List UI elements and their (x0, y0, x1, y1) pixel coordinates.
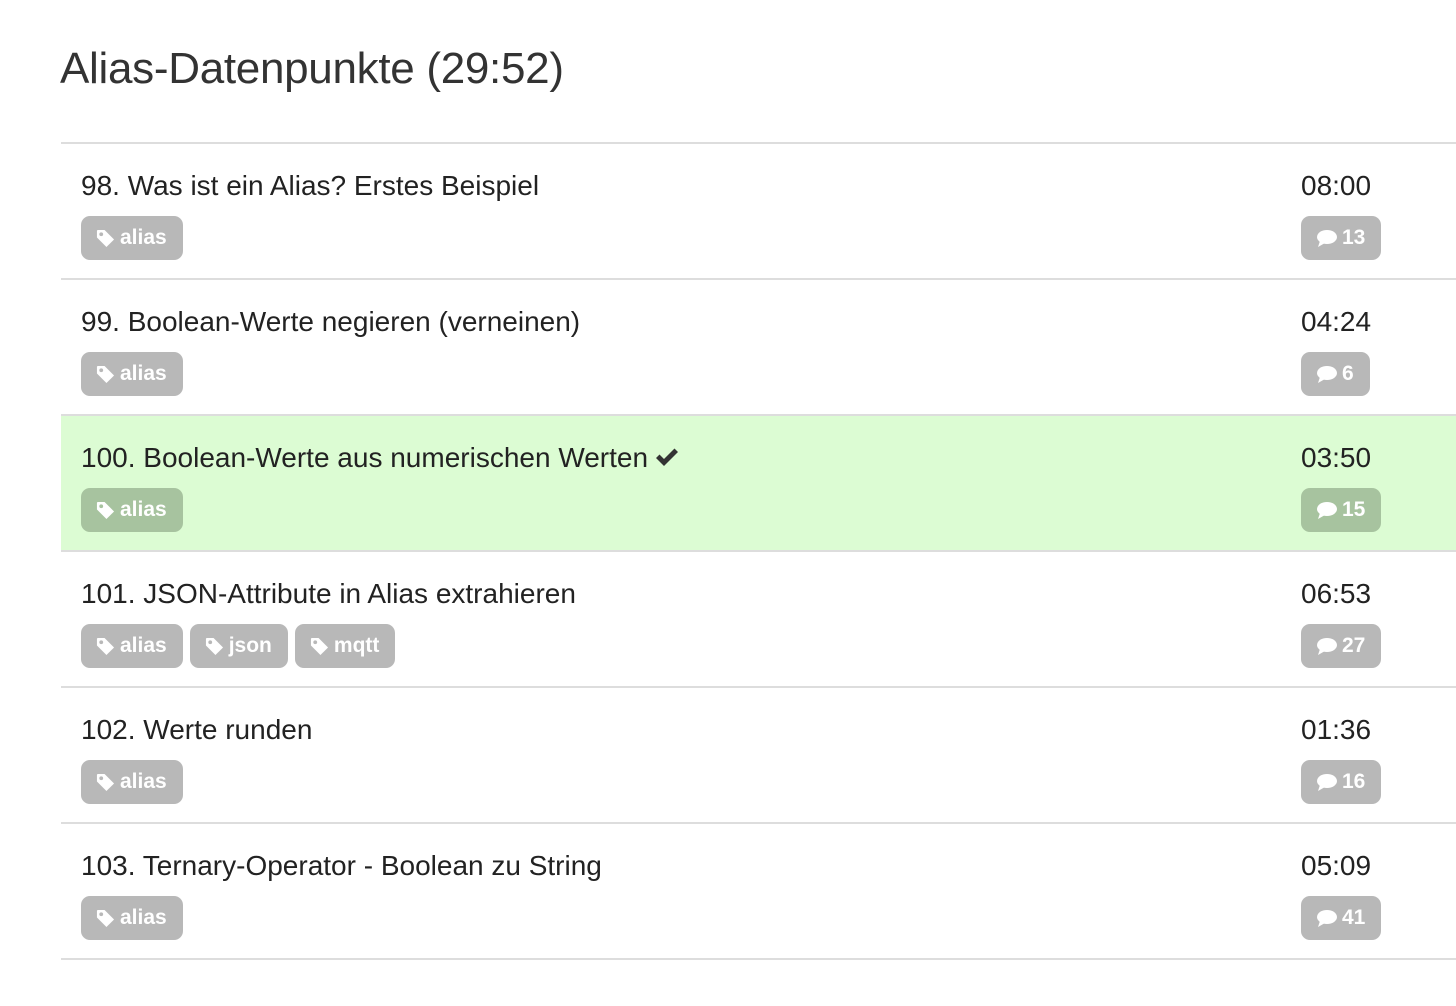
comment-count-badge[interactable]: 15 (1301, 488, 1382, 532)
tag-icon (96, 909, 115, 928)
lesson-title[interactable]: 98. Was ist ein Alias? Erstes Beispiel (81, 170, 539, 202)
section-title: Alias-Datenpunkte (29:52) (60, 44, 564, 93)
tag-label: alias (120, 634, 167, 657)
comment-icon (1316, 909, 1338, 928)
comment-count: 27 (1342, 634, 1366, 657)
comment-count: 16 (1342, 770, 1366, 793)
tag-icon (310, 637, 329, 656)
tag-list: alias (81, 760, 183, 804)
comment-count: 15 (1342, 498, 1366, 521)
comment-count-badge[interactable]: 13 (1301, 216, 1382, 260)
lesson-row-completed[interactable]: 100. Boolean-Werte aus numerischen Werte… (61, 416, 1456, 552)
lesson-duration: 06:53 (1301, 578, 1372, 609)
tag-icon (96, 637, 115, 656)
tag-badge[interactable]: alias (81, 488, 183, 532)
lesson-title[interactable]: 103. Ternary-Operator - Boolean zu Strin… (81, 850, 602, 882)
tag-icon (205, 637, 224, 656)
lesson-title[interactable]: 100. Boolean-Werte aus numerischen Werte… (81, 442, 680, 474)
tag-badge[interactable]: mqtt (294, 624, 396, 668)
tag-list: alias (81, 216, 183, 260)
tag-icon (96, 501, 115, 520)
tag-badge[interactable]: alias (81, 216, 183, 260)
lesson-title[interactable]: 101. JSON-Attribute in Alias extrahieren (81, 578, 576, 610)
comment-count-badge[interactable]: 6 (1301, 352, 1370, 396)
tag-badge[interactable]: alias (81, 352, 183, 396)
tag-label: mqtt (333, 634, 380, 657)
tag-badge[interactable]: alias (81, 624, 183, 668)
lesson-row[interactable]: 102. Werte runden alias 01:36 16 (61, 688, 1456, 824)
lesson-row[interactable]: 99. Boolean-Werte negieren (verneinen) a… (61, 280, 1456, 416)
tag-list: alias (81, 896, 183, 940)
lesson-duration: 01:36 (1301, 714, 1372, 745)
lesson-list: 98. Was ist ein Alias? Erstes Beispiel a… (61, 142, 1456, 960)
comment-icon (1316, 365, 1338, 384)
comment-icon (1316, 229, 1338, 248)
lesson-duration: 05:09 (1301, 850, 1372, 881)
comment-count-badge[interactable]: 41 (1301, 896, 1382, 940)
lesson-title[interactable]: 99. Boolean-Werte negieren (verneinen) (81, 306, 580, 338)
tag-label: alias (120, 770, 167, 793)
lesson-duration: 03:50 (1301, 442, 1372, 473)
tag-list: alias (81, 488, 183, 532)
comment-count-badge[interactable]: 27 (1301, 624, 1382, 668)
tag-icon (96, 365, 115, 384)
tag-label: alias (120, 498, 167, 521)
tag-icon (96, 229, 115, 248)
lesson-duration: 04:24 (1301, 306, 1372, 337)
tag-label: json (228, 634, 272, 657)
lesson-row[interactable]: 101. JSON-Attribute in Alias extrahieren… (61, 552, 1456, 688)
comment-count: 41 (1342, 906, 1366, 929)
comment-count: 13 (1342, 226, 1366, 249)
comment-count: 6 (1342, 362, 1354, 385)
lesson-row[interactable]: 103. Ternary-Operator - Boolean zu Strin… (61, 824, 1456, 960)
comment-icon (1316, 637, 1338, 656)
lesson-duration: 08:00 (1301, 170, 1372, 201)
tag-label: alias (120, 362, 167, 385)
tag-label: alias (120, 906, 167, 929)
comment-icon (1316, 773, 1338, 792)
comment-count-badge[interactable]: 16 (1301, 760, 1382, 804)
comment-icon (1316, 501, 1338, 520)
tag-list: alias json mqtt (81, 624, 396, 668)
lesson-row[interactable]: 98. Was ist ein Alias? Erstes Beispiel a… (61, 144, 1456, 280)
tag-icon (96, 773, 115, 792)
tag-badge[interactable]: alias (81, 896, 183, 940)
tag-label: alias (120, 226, 167, 249)
checkmark-icon (654, 446, 680, 468)
tag-list: alias (81, 352, 183, 396)
lesson-title[interactable]: 102. Werte runden (81, 714, 312, 746)
tag-badge[interactable]: json (189, 624, 288, 668)
tag-badge[interactable]: alias (81, 760, 183, 804)
